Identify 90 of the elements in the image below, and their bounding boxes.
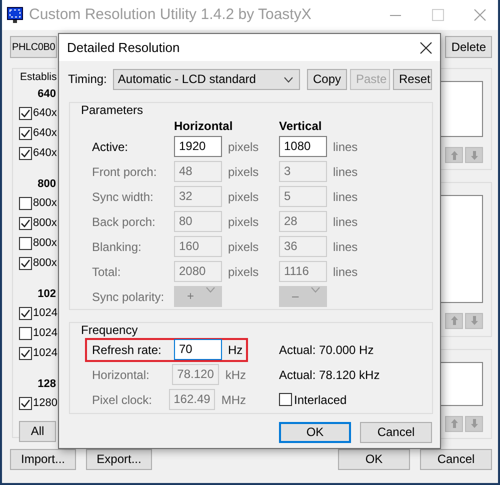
unit-label: lines — [332, 214, 359, 230]
field-label: Back porch: — [92, 214, 156, 230]
caret-icon — [284, 76, 293, 82]
checkbox[interactable] — [19, 237, 32, 250]
group-title: Frequency — [79, 323, 140, 338]
checkbox-label: 800x — [33, 217, 57, 230]
list-box[interactable] — [438, 362, 483, 406]
cancel-button[interactable]: Cancel — [420, 449, 492, 470]
window-title: Custom Resolution Utility 1.4.2 by ToastyX — [29, 6, 312, 24]
checkbox[interactable] — [19, 397, 32, 410]
field-label: Horizontal: — [91, 368, 150, 382]
actual-value-text: Actual: 78.120 kHz — [279, 368, 380, 382]
field-label: Refresh rate: — [91, 342, 162, 358]
field-label: Sync polarity: — [92, 290, 166, 304]
field-label: Active: — [92, 140, 130, 154]
unit-label: lines — [332, 140, 359, 154]
import-button[interactable]: Import... — [10, 449, 76, 470]
unit-label: pixels — [227, 240, 260, 254]
field-label: Front porch: — [92, 164, 158, 180]
group-heading: 128 — [36, 376, 56, 392]
checkbox[interactable] — [19, 147, 32, 160]
down-arrow-icon — [470, 419, 478, 428]
unit-label: pixels — [227, 190, 260, 204]
checkbox-label: 800x — [33, 237, 57, 250]
input-field[interactable]: 1080 — [279, 136, 327, 158]
checkbox-label: 1280 — [33, 397, 58, 410]
checkbox-label: Interlaced — [294, 392, 347, 408]
field-label: Total: — [92, 264, 122, 280]
down-arrow-icon — [470, 150, 478, 160]
unit-label: lines — [332, 164, 359, 180]
export-button[interactable]: Export... — [86, 449, 152, 470]
device-button[interactable]: PHLC0B0 — [10, 36, 57, 58]
group-heading: 800 — [36, 176, 56, 192]
unit-label: kHz — [224, 368, 246, 382]
checkbox[interactable] — [19, 107, 32, 120]
unit-label: MHz — [220, 392, 246, 408]
checkbox-label: 800x — [33, 257, 57, 270]
list-box[interactable] — [438, 194, 483, 303]
checkbox[interactable] — [19, 217, 32, 230]
column-header: Horizontal — [174, 119, 234, 134]
group-title: Parameters — [79, 103, 146, 118]
up-arrow-icon — [450, 419, 458, 428]
toolbar-button[interactable]: Reset — [393, 69, 432, 90]
close-icon[interactable] — [420, 42, 432, 54]
checkbox[interactable] — [19, 327, 32, 340]
timing-label: Timing: — [68, 72, 107, 87]
checkbox-label: 1024 — [33, 327, 58, 340]
checkbox-label: 640x — [33, 127, 57, 140]
monitor-icon — [7, 7, 23, 23]
timing-dropdown[interactable]: Automatic - LCD standard — [112, 69, 300, 90]
checkbox-label: 1024 — [33, 307, 58, 320]
caret-icon — [311, 287, 320, 294]
checkbox[interactable] — [19, 197, 32, 210]
checkbox-label: 1024 — [33, 347, 58, 360]
ok-button[interactable]: OK — [338, 449, 410, 470]
dialog-title: Detailed Resolution — [67, 40, 181, 56]
unit-label: lines — [332, 240, 359, 254]
unit-label: lines — [332, 264, 359, 280]
checkbox[interactable] — [19, 127, 32, 140]
field-label: Pixel clock: — [91, 392, 154, 408]
checkbox-label: 640x — [33, 107, 57, 120]
unit-label: pixels — [227, 214, 260, 230]
up-arrow-icon — [450, 316, 458, 326]
cancel-button[interactable]: Cancel — [360, 422, 432, 443]
checkbox[interactable] — [19, 307, 32, 320]
toolbar-button[interactable]: Copy — [307, 69, 347, 90]
input-field[interactable]: 1920 — [174, 136, 222, 158]
unit-label: pixels — [227, 264, 260, 280]
unit-label: Hz — [227, 342, 243, 358]
list-box[interactable] — [438, 81, 483, 137]
checkbox-label: 800x — [33, 197, 57, 210]
down-arrow-icon — [470, 316, 478, 326]
field-label: Blanking: — [92, 240, 142, 254]
checkbox-label: 640x — [33, 147, 57, 160]
unit-label: pixels — [227, 140, 260, 154]
up-arrow-icon — [450, 150, 458, 160]
field-label: Sync width: — [92, 190, 154, 204]
delete-button[interactable]: Delete — [445, 36, 492, 58]
caret-icon — [206, 287, 215, 294]
group-heading: 640 — [36, 86, 56, 102]
group-heading: 102 — [36, 286, 56, 302]
actual-value-text: Actual: 70.000 Hz — [279, 342, 374, 358]
input-field[interactable]: 70 — [174, 339, 222, 360]
column-header: Vertical — [279, 119, 323, 134]
unit-label: pixels — [227, 164, 260, 180]
checkbox[interactable] — [19, 257, 32, 270]
ok-button[interactable]: OK — [279, 422, 351, 443]
checkbox[interactable] — [19, 347, 32, 360]
unit-label: lines — [332, 190, 359, 204]
all-button[interactable]: All — [19, 420, 56, 442]
